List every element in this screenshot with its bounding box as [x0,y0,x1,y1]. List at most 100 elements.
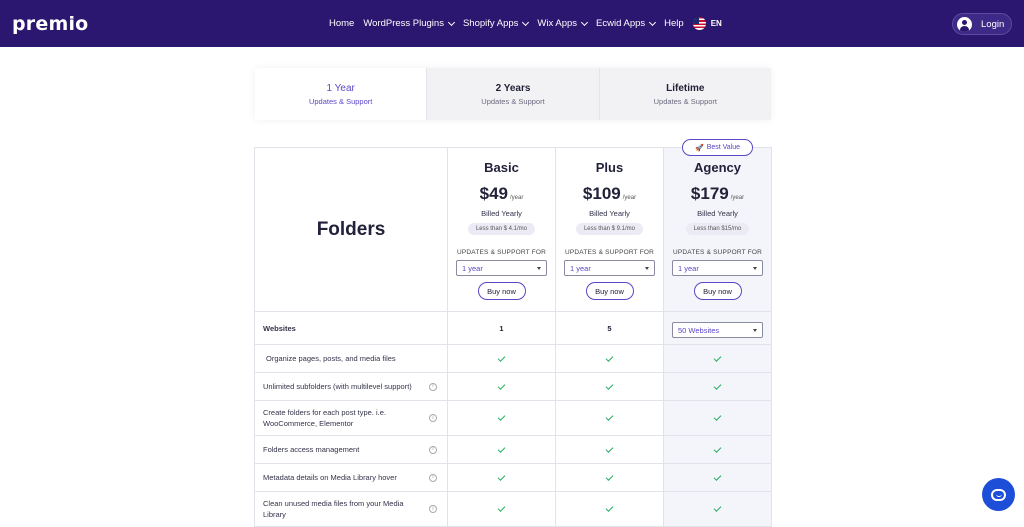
plan-price: $179/year [691,184,744,204]
nav-wix-apps[interactable]: Wix Apps [537,18,587,29]
caret-down-icon [537,267,541,270]
check-icon [498,504,506,512]
buy-now-button[interactable]: Buy now [694,282,742,300]
caret-down-icon [645,267,649,270]
tab-lifetime[interactable]: Lifetime Updates & Support [600,68,771,120]
caret-down-icon [753,329,757,332]
price-period: /year [731,195,744,201]
chevron-down-icon [522,18,529,25]
price-period: /year [510,195,523,201]
nav-help-label: Help [664,18,684,29]
plan-price: $109/year [583,184,636,204]
billing-note: Billed Yearly [481,209,522,218]
info-icon[interactable]: i [429,505,437,513]
updates-period-select[interactable]: 1 year [672,260,763,276]
check-icon [498,445,506,453]
check-icon [606,382,614,390]
best-value-label: Best Value [707,144,740,151]
tab-2-years[interactable]: 2 Years Updates & Support [427,68,599,120]
check-icon [498,354,506,362]
websites-select-agency[interactable]: 50 Websites [672,322,763,338]
tab-1-year[interactable]: 1 Year Updates & Support [255,68,427,120]
plan-agency: 🚀Best Value Agency $179/year Billed Year… [664,148,771,311]
feature-label: Clean unused media files from your Media… [263,498,413,520]
feature-row: Unlimited subfolders (with multilevel su… [255,373,771,401]
plan-name: Agency [694,160,741,175]
monthly-price-badge: Less than $ 9.1/mo [576,223,643,235]
info-icon[interactable]: i [429,446,437,454]
product-title: Folders [255,148,448,311]
chevron-down-icon [448,18,455,25]
updates-period-select[interactable]: 1 year [564,260,655,276]
feature-label: Websites [255,312,448,344]
check-icon [606,354,614,362]
plan-basic: Basic $49/year Billed Yearly Less than $… [448,148,556,311]
feature-row: Clean unused media files from your Media… [255,492,771,527]
buy-now-button[interactable]: Buy now [586,282,634,300]
select-value: 50 Websites [678,326,719,335]
check-icon [498,413,506,421]
feature-row: Metadata details on Media Library hover i [255,464,771,492]
tab-subtitle: Updates & Support [309,97,372,106]
billing-period-tabs: 1 Year Updates & Support 2 Years Updates… [255,68,771,120]
caret-down-icon [753,267,757,270]
best-value-badge: 🚀Best Value [682,139,753,156]
feature-label: Folders access management [263,444,359,455]
nav-wordpress-plugins-label: WordPress Plugins [363,18,444,29]
info-icon[interactable]: i [429,414,437,422]
plan-price: $49/year [480,184,524,204]
pricing-header-row: Folders Basic $49/year Billed Yearly Les… [255,148,771,312]
feature-label-cell: Folders access management i [255,436,448,463]
feature-row: Folders access management i [255,436,771,464]
nav-wordpress-plugins[interactable]: WordPress Plugins [363,18,454,29]
premio-logo[interactable]: premio [12,13,88,35]
language-switcher[interactable]: EN [693,17,722,30]
price-amount: $49 [480,184,508,204]
login-button[interactable]: Login [952,13,1012,35]
nav-shopify-apps-label: Shopify Apps [463,18,518,29]
check-icon [714,445,722,453]
nav-home[interactable]: Home [329,18,354,29]
feature-label: Create folders for each post type. i.e. … [263,407,413,429]
rocket-icon: 🚀 [695,144,704,152]
check-icon [606,504,614,512]
buy-now-button[interactable]: Buy now [478,282,526,300]
nav-help[interactable]: Help [664,18,684,29]
plan-name: Basic [484,160,519,175]
feature-label: Unlimited subfolders (with multilevel su… [263,381,412,392]
price-period: /year [623,195,636,201]
check-icon [606,473,614,481]
check-icon [498,382,506,390]
chevron-down-icon [581,18,588,25]
billing-note: Billed Yearly [697,209,738,218]
nav-ecwid-apps[interactable]: Ecwid Apps [596,18,655,29]
nav-shopify-apps[interactable]: Shopify Apps [463,18,528,29]
nav-wix-apps-label: Wix Apps [537,18,577,29]
feature-row: Organize pages, posts, and media files [255,345,771,373]
user-avatar-icon [957,17,972,32]
billing-note: Billed Yearly [589,209,630,218]
websites-count-basic: 1 [499,324,503,333]
updates-period-select[interactable]: 1 year [456,260,547,276]
price-amount: $179 [691,184,729,204]
feature-row: Create folders for each post type. i.e. … [255,401,771,436]
nav-home-label: Home [329,18,354,29]
tab-title: 2 Years [496,83,531,94]
price-amount: $109 [583,184,621,204]
feature-label: Metadata details on Media Library hover [263,472,397,483]
check-icon [714,504,722,512]
check-icon [714,473,722,481]
select-value: 1 year [570,264,591,273]
chat-widget-button[interactable] [982,478,1015,511]
plan-plus: Plus $109/year Billed Yearly Less than $… [556,148,664,311]
us-flag-icon [693,17,706,30]
info-icon[interactable]: i [429,383,437,391]
nav-ecwid-apps-label: Ecwid Apps [596,18,645,29]
chat-bubble-icon [991,489,1006,501]
login-label: Login [981,19,1004,30]
feature-label-cell: Unlimited subfolders (with multilevel su… [255,373,448,400]
updates-label: UPDATES & SUPPORT FOR [457,249,546,256]
info-icon[interactable]: i [429,474,437,482]
chevron-down-icon [649,18,656,25]
tab-title: 1 Year [326,83,354,94]
